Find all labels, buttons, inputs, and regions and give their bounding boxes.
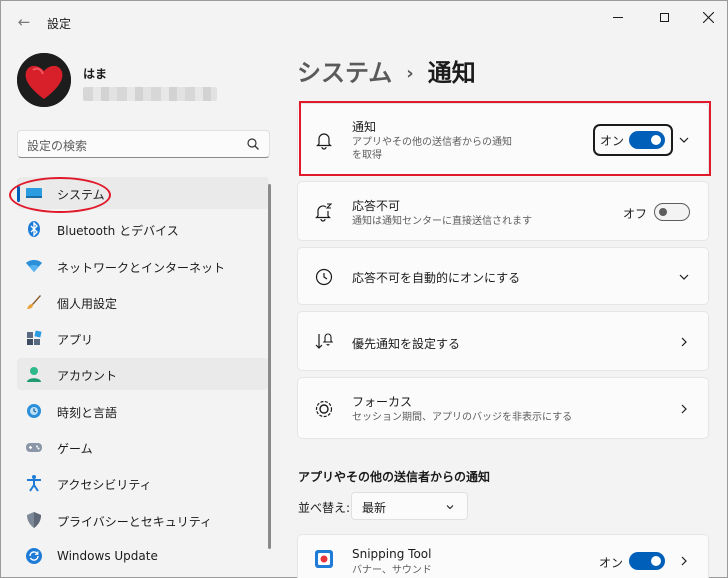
person-icon — [27, 367, 41, 383]
user-name: はま — [83, 67, 108, 81]
sort-priority-icon — [315, 333, 334, 349]
toggle-state-label: オン — [600, 134, 625, 148]
sidebar-item-label: システム — [57, 188, 105, 202]
chevron-down-icon — [679, 274, 689, 280]
close-icon — [702, 11, 714, 24]
sidebar-item-label: ゲーム — [57, 442, 93, 457]
back-button[interactable]: ← — [11, 11, 37, 33]
section-header: アプリやその他の送信者からの通知 — [298, 470, 491, 484]
update-icon — [26, 547, 42, 564]
sidebar-item-accounts[interactable]: アカウント — [17, 358, 269, 391]
user-email-redacted — [83, 87, 217, 101]
sidebar-item-privacy[interactable]: プライバシーとセキュリティ — [17, 504, 269, 536]
notifications-toggle[interactable] — [629, 131, 665, 149]
sidebar-scrollbar[interactable] — [268, 184, 271, 549]
title-bar: ← 設定 — [1, 1, 728, 41]
settings-window: ← 設定 はま 設定の検索 システム Bluetooth とデバイス ネットワー… — [0, 0, 728, 578]
sidebar-item-time-language[interactable]: 時刻と言語 — [17, 395, 269, 427]
minimize-icon — [613, 17, 623, 18]
breadcrumb: システム › 通知 — [297, 53, 476, 88]
focus-card[interactable]: フォーカス セッション期間、アプリのバッジを非表示にする — [297, 377, 709, 439]
card-description: バナー、サウンド — [352, 565, 432, 576]
app-title: 設定 — [47, 17, 72, 31]
card-title: フォーカス — [352, 395, 413, 409]
bell-icon — [316, 133, 332, 150]
close-button[interactable] — [685, 5, 728, 31]
avatar[interactable] — [17, 53, 71, 107]
selection-indicator — [17, 186, 20, 202]
sidebar-item-bluetooth[interactable]: Bluetooth とデバイス — [17, 213, 269, 245]
search-icon[interactable] — [246, 137, 260, 151]
sidebar-item-apps[interactable]: アプリ — [17, 322, 269, 354]
toggle-state-label: オフ — [623, 207, 648, 221]
priority-notifications-card[interactable]: 優先通知を設定する — [297, 311, 709, 371]
card-title: 優先通知を設定する — [352, 337, 461, 351]
wifi-icon — [26, 259, 42, 272]
shield-icon — [27, 511, 41, 528]
arrow-left-icon: ← — [17, 13, 31, 31]
card-description-line: アプリやその他の送信者からの通知 — [352, 137, 512, 148]
brush-icon — [27, 294, 41, 309]
card-description: セッション期間、アプリのバッジを非表示にする — [352, 412, 573, 423]
page-title: 通知 — [427, 59, 476, 87]
apps-icon — [27, 330, 42, 346]
sidebar-item-label: ネットワークとインターネット — [57, 260, 226, 275]
sidebar-item-label: 個人用設定 — [57, 296, 118, 311]
card-title: Snipping Tool — [352, 547, 432, 561]
bluetooth-icon — [28, 221, 40, 238]
chevron-down-icon[interactable] — [678, 134, 690, 146]
app-notification-card-snipping-tool[interactable]: Snipping Tool バナー、サウンド オン — [297, 534, 709, 578]
chevron-right-icon — [681, 404, 687, 414]
card-title: 応答不可を自動的にオンにする — [352, 271, 521, 285]
chevron-right-icon[interactable] — [678, 555, 690, 567]
card-description: アプリやその他の送信者からの通知 を取得 — [352, 136, 512, 162]
dnd-auto-card[interactable]: 応答不可を自動的にオンにする — [297, 247, 709, 305]
sidebar-item-accessibility[interactable]: アクセシビリティ — [17, 467, 269, 499]
snipping-tool-toggle[interactable] — [629, 552, 665, 570]
card-description: 通知は通知センターに直接送信されます — [352, 216, 532, 227]
sidebar-item-label: アプリ — [57, 333, 94, 348]
chevron-right-icon — [681, 337, 687, 347]
clock-icon — [315, 268, 333, 286]
search-input[interactable]: 設定の検索 — [17, 130, 270, 158]
heart-avatar-image — [17, 53, 71, 107]
card-title: 通知 — [352, 120, 377, 134]
sidebar-item-network[interactable]: ネットワークとインターネット — [17, 250, 269, 282]
snipping-tool-icon — [315, 550, 333, 568]
chevron-right-icon: › — [406, 63, 414, 84]
sidebar-item-system[interactable]: システム — [17, 177, 269, 209]
sidebar-nav: システム Bluetooth とデバイス ネットワークとインターネット 個人用設… — [17, 177, 269, 576]
sidebar-item-personalization[interactable]: 個人用設定 — [17, 286, 269, 318]
maximize-button[interactable] — [641, 5, 687, 31]
sidebar-item-label: Windows Update — [57, 548, 158, 563]
card-title: 応答不可 — [352, 199, 401, 213]
sidebar-item-windows-update[interactable]: Windows Update — [17, 540, 269, 572]
monitor-icon — [26, 188, 42, 198]
maximize-icon — [659, 13, 669, 22]
sort-label: 並べ替え: — [298, 501, 351, 515]
sort-dropdown[interactable]: 最新 — [351, 492, 468, 520]
minimize-button[interactable] — [595, 5, 641, 31]
toggle-state-label: オン — [599, 556, 624, 570]
card-description-line: を取得 — [352, 150, 382, 161]
chevron-down-icon — [446, 505, 454, 510]
do-not-disturb-card[interactable]: 応答不可 通知は通知センターに直接送信されます オフ — [297, 181, 709, 241]
breadcrumb-parent[interactable]: システム — [297, 59, 392, 87]
sidebar-item-label: アカウント — [57, 369, 118, 384]
sort-selected-value: 最新 — [362, 501, 387, 515]
search-placeholder: 設定の検索 — [27, 139, 88, 153]
sidebar-item-label: プライバシーとセキュリティ — [57, 514, 213, 529]
focus-icon — [315, 400, 333, 418]
sidebar-item-label: アクセシビリティ — [57, 478, 152, 493]
globe-clock-icon — [27, 403, 41, 418]
sidebar-item-gaming[interactable]: ゲーム — [17, 431, 269, 463]
sidebar-item-label: 時刻と言語 — [57, 405, 118, 420]
notifications-card[interactable]: 通知 アプリやその他の送信者からの通知 を取得 オン — [297, 103, 709, 175]
sidebar-item-label: Bluetooth とデバイス — [57, 224, 179, 239]
accessibility-icon — [27, 475, 41, 492]
bell-snooze-icon — [315, 203, 333, 222]
gamepad-icon — [26, 443, 42, 453]
do-not-disturb-toggle[interactable] — [654, 203, 690, 221]
